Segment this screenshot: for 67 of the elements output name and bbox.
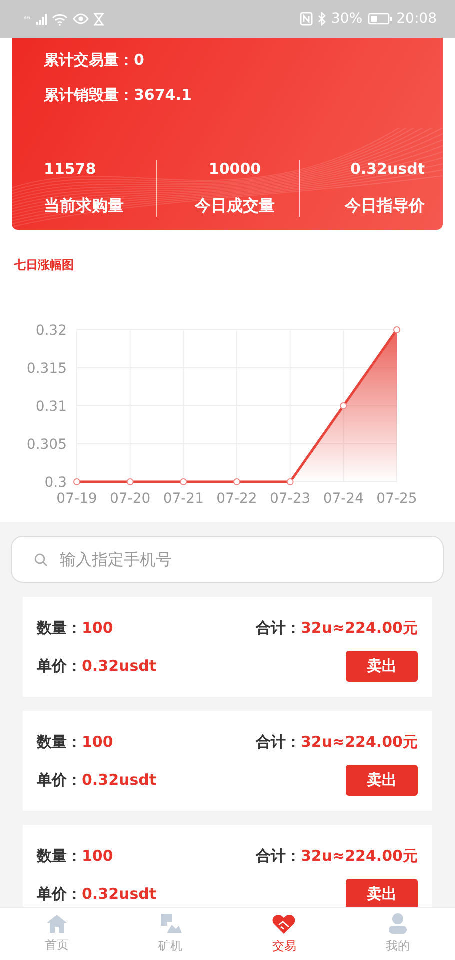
data-point — [340, 402, 348, 410]
chart-title: 七日涨幅图 — [14, 258, 74, 272]
price-label: 单价： — [37, 770, 82, 790]
quantity-label: 数量： — [37, 846, 82, 866]
axis-tick-label: 0.305 — [26, 437, 67, 453]
summary-value: 0 — [134, 51, 144, 71]
quantity-value: 100 — [82, 733, 114, 751]
sell-button[interactable]: 卖出 — [346, 878, 418, 907]
total-value: 32u≈224.00元 — [300, 732, 418, 752]
eye-icon — [73, 13, 90, 25]
axis-tick-label: 0.315 — [26, 361, 67, 377]
total-value: 32u≈224.00元 — [300, 846, 418, 866]
total-label: 合计： — [256, 846, 301, 866]
quantity-value: 100 — [82, 619, 114, 637]
data-point — [74, 478, 80, 486]
data-point — [126, 478, 134, 486]
axis-tick-label: 07-21 — [163, 491, 204, 507]
summary-label: 累计交易量： — [44, 51, 134, 71]
data-point — [180, 478, 188, 486]
bluetooth-icon — [318, 12, 327, 26]
axis-tick-label: 07-20 — [110, 491, 151, 507]
search-bar[interactable]: 输入指定手机号 — [11, 536, 444, 583]
signal-icon — [35, 13, 48, 25]
nav-tab[interactable]: 矿机 — [114, 908, 228, 960]
nfc-icon — [300, 12, 313, 26]
heart-handshake-icon — [272, 914, 296, 934]
axis-tick-label: 07-23 — [270, 491, 311, 507]
data-point — [394, 326, 400, 334]
quantity-label: 数量： — [37, 732, 82, 752]
price-value: 0.32usdt — [82, 885, 157, 903]
axis-tick-label: 0.3 — [44, 475, 67, 491]
price-label: 单价： — [37, 656, 82, 676]
nav-tab[interactable]: 我的 — [341, 908, 455, 960]
user-icon — [387, 913, 410, 935]
home-icon — [46, 914, 68, 934]
axis-tick-label: 07-19 — [56, 491, 98, 507]
axis-tick-label: 0.32 — [36, 323, 67, 339]
nav-tab[interactable]: 交易 — [228, 908, 342, 960]
hourglass-icon — [94, 12, 104, 26]
quantity-label: 数量： — [37, 618, 82, 638]
search-icon — [34, 552, 48, 566]
price-value: 0.32usdt — [82, 771, 157, 789]
data-point — [286, 478, 294, 486]
axis-tick-label: 0.31 — [36, 399, 67, 415]
quantity-value: 100 — [82, 847, 114, 865]
nav-tab[interactable]: 首页 — [0, 908, 114, 960]
stat-value: 11578 — [44, 160, 96, 178]
total-value: 32u≈224.00元 — [300, 618, 418, 638]
stat-value: 10000 — [208, 160, 262, 178]
axis-tick-label: 07-24 — [323, 491, 364, 507]
data-point — [234, 478, 240, 486]
axis-tick-label: 07-22 — [216, 491, 258, 507]
price-label: 单价： — [37, 884, 82, 904]
stat-value: 0.32usdt — [350, 160, 425, 178]
price-value: 0.32usdt — [82, 657, 157, 675]
stat-label: 今日指导价 — [345, 196, 425, 217]
wifi-icon — [52, 12, 68, 26]
sell-button[interactable]: 卖出 — [346, 650, 418, 682]
summary-value: 3674.1 — [134, 86, 192, 106]
sell-button[interactable]: 卖出 — [346, 764, 418, 796]
stat-label: 今日成交量 — [194, 196, 275, 217]
battery-icon — [368, 13, 392, 25]
summary-label: 累计销毁量： — [44, 86, 134, 106]
axis-tick-label: 07-25 — [376, 491, 418, 507]
stat-label: 当前求购量 — [44, 196, 124, 217]
total-label: 合计： — [256, 618, 301, 638]
total-label: 合计： — [256, 732, 301, 752]
